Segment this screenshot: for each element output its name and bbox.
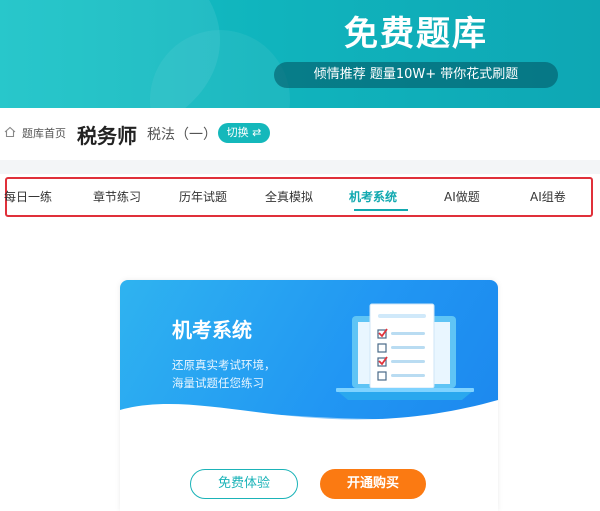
tab-computer-exam[interactable]: 机考系统: [349, 188, 397, 205]
card-description-line: 还原真实考试环境，: [172, 358, 276, 372]
tab-daily-practice[interactable]: 每日一练: [4, 188, 52, 205]
banner-slogan: 倾情推荐 题量10W+ 带你花式刷题: [274, 62, 558, 88]
banner-title: 免费题库: [344, 14, 488, 54]
breadcrumb: 题库首页 税务师 税法（一） 切换 ⇄: [0, 108, 600, 160]
card-description: 还原真实考试环境， 海量试题任您练习: [172, 356, 322, 392]
tab-mock-exam[interactable]: 全真模拟: [265, 188, 313, 205]
tab-ai-paper[interactable]: AI组卷: [530, 188, 566, 205]
top-banner: 免费题库 倾情推荐 题量10W+ 带你花式刷题: [0, 0, 600, 108]
tab-ai-practice[interactable]: AI做题: [444, 188, 480, 205]
divider: [0, 160, 600, 174]
tab-chapter-practice[interactable]: 章节练习: [93, 188, 141, 205]
switch-subject-button[interactable]: 切换 ⇄: [218, 123, 270, 143]
home-icon[interactable]: [4, 126, 16, 138]
purchase-button[interactable]: 开通购买: [320, 469, 426, 499]
breadcrumb-home-link[interactable]: 题库首页: [22, 125, 66, 141]
laptop-checklist-icon: [336, 303, 474, 400]
free-trial-button[interactable]: 免费体验: [190, 469, 298, 499]
card-title: 机考系统: [172, 318, 252, 342]
subject-name: 税法（一）: [147, 127, 217, 143]
tab-past-exams[interactable]: 历年试题: [179, 188, 227, 205]
card-description-line: 海量试题任您练习: [172, 376, 264, 390]
tab-bar: 每日一练 章节练习 历年试题 全真模拟 机考系统 AI做题 AI组卷: [4, 177, 593, 217]
exam-title: 税务师: [77, 124, 137, 148]
computer-exam-card: 机考系统 还原真实考试环境， 海量试题任您练习 免费体验 开通购买: [120, 280, 498, 511]
active-tab-indicator: [354, 209, 408, 211]
